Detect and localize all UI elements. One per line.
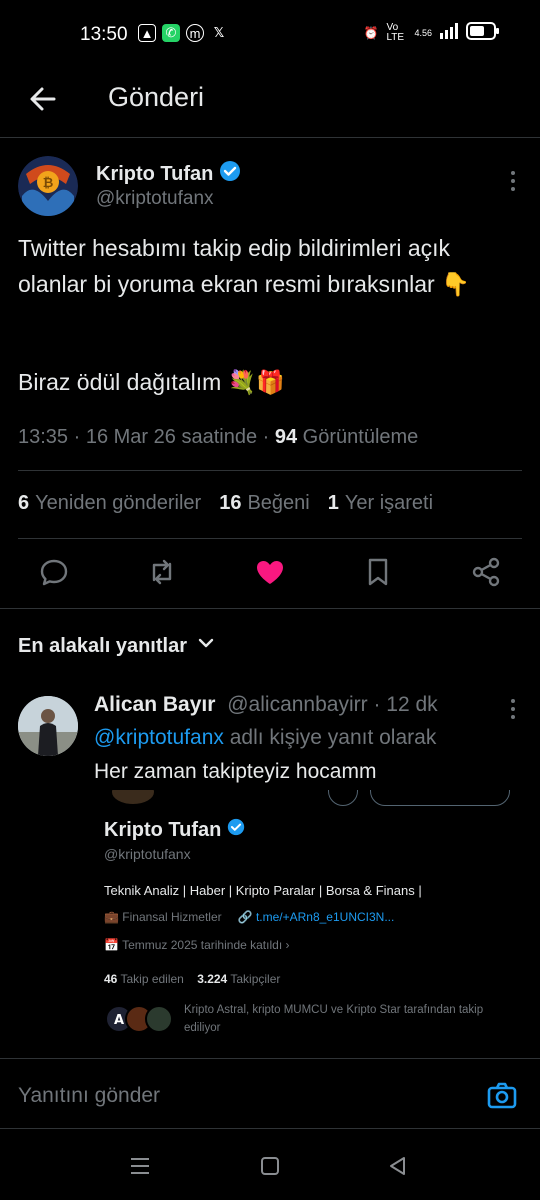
embed-cropped-avatar — [112, 790, 154, 804]
embed-link-text: t.me/+ARn8_e1UNCI3N... — [255, 910, 395, 924]
back-icon[interactable] — [386, 1154, 410, 1178]
post-date: 16 Mar 26 saatinde — [85, 426, 258, 448]
bookmarks-count: 1 — [327, 492, 339, 514]
share-icon[interactable] — [470, 556, 502, 588]
svg-text:A: A — [114, 1013, 124, 1028]
recents-icon[interactable] — [128, 1154, 152, 1178]
embed-notify-button — [328, 790, 358, 806]
replies-sort-toggle[interactable]: En alakalı yanıtlar — [18, 634, 215, 658]
speed-label: 4.56 — [414, 27, 432, 38]
bookmark-icon[interactable] — [362, 556, 394, 588]
calendar-icon: 📅 — [104, 938, 123, 952]
embed-link: 🔗 t.me/+ARn8_e1UNCI3N... — [238, 910, 395, 924]
likes-stat[interactable]: 16 Beğeni — [219, 492, 310, 515]
post-text: Twitter hesabımı takip edip bildirimleri… — [18, 235, 470, 297]
coinmarketcap-icon: m — [186, 24, 204, 42]
reply-avatar[interactable] — [18, 696, 78, 756]
verified-badge-icon — [227, 818, 245, 842]
more-icon[interactable] — [508, 170, 518, 192]
verified-badge-icon — [219, 160, 241, 188]
bookmarks-stat[interactable]: 1 Yer işareti — [328, 492, 433, 515]
post-time: 13:35 — [18, 426, 69, 448]
alarm-icon: ⏰ — [363, 25, 379, 40]
embed-following-count: 46 — [104, 972, 118, 986]
post-text-2: Biraz ödül dağıtalım 💐🎁 — [18, 369, 285, 395]
status-time: 13:50 — [80, 24, 128, 45]
embed-profile-bio: Teknik Analiz | Haber | Kripto Paralar |… — [104, 883, 422, 898]
page-title: Gönderi — [108, 82, 205, 112]
status-bar: 13:50 ▲ ✆ m 𝕏 ⏰ Vo LTE 4.56 — [0, 0, 540, 66]
author-name[interactable]: Kripto Tufan — [96, 163, 213, 186]
battery-icon — [466, 22, 500, 43]
reply-author-handle[interactable]: @alicannbayirr — [227, 693, 367, 716]
system-nav-bar — [0, 1140, 540, 1200]
reply-to-line: @kriptotufanx adlı kişiye yanıt olarak — [94, 726, 436, 750]
post-meta: 13:35 · 16 Mar 26 saatinde · 94 Görüntül… — [18, 426, 419, 448]
embed-follow-counts: 46 Takip edilen 3.224 Takipçiler — [104, 972, 280, 986]
chevron-down-icon — [197, 634, 215, 658]
embed-mutual-avatars: A — [104, 1004, 174, 1034]
repost-icon[interactable] — [146, 556, 178, 588]
embed-category-text: Finansal Hizmetler — [122, 910, 222, 924]
embed-profile-details: 💼 Finansal Hizmetler 🔗 t.me/+ARn8_e1UNCI… — [104, 910, 394, 924]
reposts-label: Yeniden gönderiler — [35, 492, 202, 514]
likes-label: Beğeni — [247, 492, 310, 514]
whatsapp-icon: ✆ — [162, 24, 180, 42]
replies-sort-label: En alakalı yanıtlar — [18, 634, 187, 657]
bookmarks-label: Yer işareti — [344, 492, 434, 514]
views-count: 94 — [274, 426, 298, 448]
reposts-count: 6 — [18, 492, 30, 514]
post-stats: 6 Yeniden gönderiler 16 Beğeni 1 Yer işaret… — [18, 492, 433, 515]
composer-divider — [0, 1058, 540, 1059]
embed-mutual-followers: Kripto Astral, kripto MUMCU ve Kripto St… — [184, 1004, 484, 1034]
divider — [18, 470, 522, 471]
views-label: Görüntüleme — [302, 426, 419, 448]
header: Gönderi — [0, 66, 540, 138]
author-avatar[interactable]: ₿ — [18, 156, 78, 216]
camera-icon[interactable] — [486, 1080, 518, 1112]
reply-time: 12 dk — [386, 693, 438, 716]
back-arrow-icon[interactable] — [26, 82, 60, 116]
embed-category: 💼 Finansal Hizmetler — [104, 910, 222, 924]
divider — [18, 538, 522, 539]
like-icon[interactable] — [254, 556, 286, 588]
briefcase-icon: 💼 — [104, 910, 123, 924]
embed-profile-name: Kripto Tufan — [104, 818, 222, 841]
reply-icon[interactable] — [38, 556, 70, 588]
network-label: Vo LTE — [386, 21, 405, 43]
reply-to-suffix: adlı kişiye yanıt olarak — [223, 726, 437, 749]
action-bar — [0, 552, 540, 592]
system-icons: ⏰ Vo LTE 4.56 — [364, 22, 500, 43]
composer-divider — [0, 1128, 540, 1129]
embed-joined-text: Temmuz 2025 tarihinde katıldı — [122, 938, 283, 952]
section-divider — [0, 608, 540, 609]
reply-author-name[interactable]: Alican Bayır — [94, 693, 215, 716]
home-icon[interactable] — [258, 1154, 282, 1178]
reply-to-mention[interactable]: @kriptotufanx — [94, 726, 224, 749]
embed-profile-name-row: Kripto Tufan — [104, 818, 245, 842]
more-icon[interactable] — [508, 698, 518, 720]
author-handle[interactable]: @kriptotufanx — [96, 188, 214, 210]
reply-header: Alican Bayır @alicannbayirr · 12 dk — [94, 693, 438, 716]
reply-image[interactable]: Kripto Tufan @kriptotufanx Teknik Analiz… — [94, 790, 522, 1052]
notification-icons: ▲ ✆ m 𝕏 — [138, 24, 228, 42]
embed-profile-handle: @kriptotufanx — [104, 846, 191, 862]
x-logo-icon: 𝕏 — [213, 25, 225, 40]
embed-following-label: Takip edilen — [120, 972, 184, 986]
likes-count: 16 — [219, 492, 242, 514]
embed-follow-button — [370, 790, 510, 806]
reply-input[interactable]: Yanıtını gönder — [18, 1084, 160, 1108]
embed-followers-count: 3.224 — [197, 972, 228, 986]
reply-text: Her zaman takipteyiz hocamm — [94, 760, 377, 783]
author-name-row[interactable]: Kripto Tufan — [96, 160, 241, 188]
reposts-stat[interactable]: 6 Yeniden gönderiler — [18, 492, 201, 515]
svg-text:₿: ₿ — [43, 176, 54, 191]
gallery-icon: ▲ — [138, 24, 156, 42]
signal-icon — [440, 23, 458, 42]
embed-joined: 📅 Temmuz 2025 tarihinde katıldı › — [104, 938, 290, 952]
embed-followers-label: Takipçiler — [230, 972, 281, 986]
link-icon: 🔗 — [237, 910, 256, 924]
